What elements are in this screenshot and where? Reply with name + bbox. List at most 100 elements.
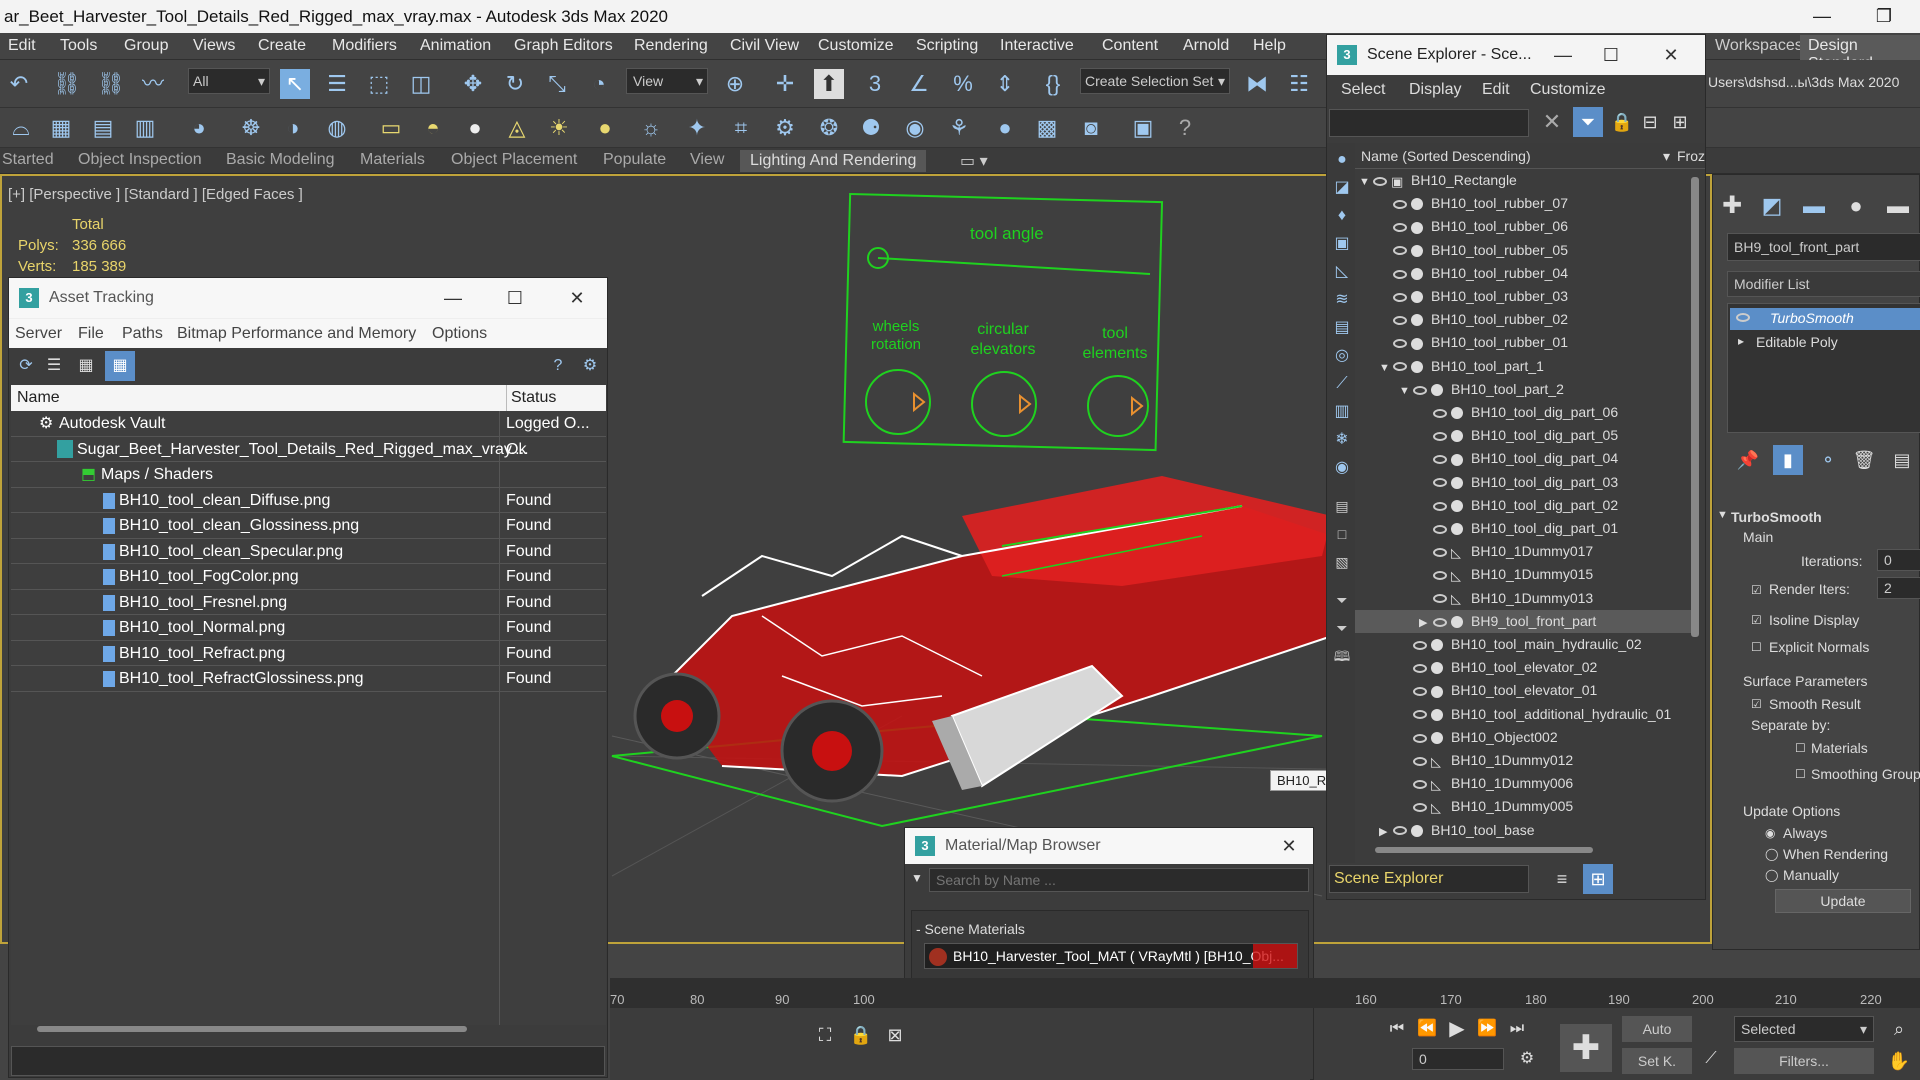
photometric-light-icon[interactable]: ☼: [636, 113, 666, 143]
isoline-checkbox[interactable]: ☑: [1751, 613, 1762, 627]
unlink-icon[interactable]: ⛓: [96, 69, 126, 99]
selection-filter-dropdown[interactable]: All ▾: [188, 68, 270, 94]
layer-icon[interactable]: ⊞: [1665, 107, 1695, 137]
key-set-dropdown[interactable]: Selected ▾: [1734, 1016, 1874, 1042]
visibility-eye-icon[interactable]: [1393, 246, 1407, 256]
select-manipulate-icon[interactable]: ✛: [770, 69, 800, 99]
isolate-icon[interactable]: ⊠: [880, 1020, 910, 1050]
zoom-extents-icon[interactable]: ⛶: [810, 1020, 840, 1050]
asset-row[interactable]: ⚙ Autodesk Vault Logged O...: [11, 411, 606, 437]
asset-row[interactable]: Sugar_Beet_Harvester_Tool_Details_Red_Ri…: [11, 437, 606, 462]
collapse-arrow-icon[interactable]: ▼: [1379, 357, 1393, 380]
visibility-eye-icon[interactable]: [1413, 640, 1427, 650]
remove-modifier-icon[interactable]: 🗑: [1849, 445, 1879, 475]
menu-views[interactable]: Views: [193, 37, 235, 55]
visibility-eye-icon[interactable]: [1413, 803, 1427, 813]
scene-tree-item[interactable]: BH10_tool_elevator_01: [1355, 679, 1691, 702]
tab-populate[interactable]: Populate: [603, 151, 666, 169]
menu-graph-editors[interactable]: Graph Editors: [514, 37, 613, 55]
material-editor-icon[interactable]: ☸: [236, 113, 266, 143]
explorer-selector-dropdown[interactable]: Scene Explorer: [1329, 865, 1529, 893]
spacewarp-filter-icon[interactable]: ≋: [1327, 285, 1357, 315]
time-config-icon[interactable]: ⚙: [1512, 1044, 1542, 1074]
scene-tree-item[interactable]: BH10_tool_rubber_03: [1355, 285, 1691, 308]
viewport-label[interactable]: [+] [Perspective ] [Standard ] [Edged Fa…: [8, 186, 303, 203]
iterations-spinner[interactable]: 0: [1877, 549, 1920, 571]
visibility-eye-icon[interactable]: [1433, 431, 1447, 441]
render-iters-checkbox[interactable]: ☑: [1751, 583, 1762, 597]
tab-materials[interactable]: Materials: [360, 151, 425, 169]
spinner-snap-icon[interactable]: ⇕: [990, 69, 1020, 99]
menu-modifiers[interactable]: Modifiers: [332, 37, 397, 55]
show-end-result-icon[interactable]: ▮: [1773, 445, 1803, 475]
active-shade-icon[interactable]: ◙: [1076, 113, 1106, 143]
visibility-eye-icon[interactable]: [1393, 362, 1407, 372]
angle-snap-icon[interactable]: ∠: [904, 69, 934, 99]
move-icon[interactable]: ✥: [458, 69, 488, 99]
group-filter-icon[interactable]: ▤: [1327, 313, 1357, 343]
scene-tree-item[interactable]: ▶ BH9_tool_front_part: [1355, 609, 1691, 635]
rollout-collapse-icon[interactable]: ▼: [1717, 509, 1728, 521]
table-view-icon[interactable]: ▦: [105, 351, 135, 381]
curve-editor-icon[interactable]: ▥: [130, 113, 160, 143]
select-by-name-icon[interactable]: ☰: [322, 69, 352, 99]
menu-rendering[interactable]: Rendering: [634, 37, 708, 55]
visibility-eye-icon[interactable]: [1373, 176, 1387, 186]
visibility-eye-icon[interactable]: [1433, 594, 1447, 604]
visibility-eye-icon[interactable]: [1413, 733, 1427, 743]
sphere-light-icon[interactable]: ●: [460, 113, 490, 143]
menu-group[interactable]: Group: [124, 37, 168, 55]
menu-options[interactable]: Options: [432, 325, 487, 343]
frozen-filter-icon[interactable]: ❄: [1327, 425, 1357, 455]
menu-customize[interactable]: Customize: [818, 37, 894, 55]
daylight-icon[interactable]: ⚙: [770, 113, 800, 143]
modifier-list-dropdown[interactable]: Modifier List: [1727, 271, 1920, 297]
column-name[interactable]: Name: [17, 385, 60, 411]
set-key-icon[interactable]: ✚: [1560, 1024, 1612, 1072]
asset-row[interactable]: BH10_tool_RefractGlossiness.png Found: [11, 666, 606, 692]
minimize-button[interactable]: —: [431, 278, 475, 318]
place-icon[interactable]: ◔: [584, 69, 614, 99]
next-frame-icon[interactable]: ⏩: [1472, 1014, 1502, 1044]
when-rendering-radio[interactable]: ◯: [1765, 847, 1778, 861]
asset-row[interactable]: ⬒ Maps / Shaders: [11, 462, 606, 488]
plane-light-icon[interactable]: ▭: [376, 113, 406, 143]
scene-materials-header[interactable]: - Scene Materials: [916, 921, 1025, 937]
asset-path-field[interactable]: [11, 1046, 605, 1076]
pin-stack-icon[interactable]: 📌: [1733, 445, 1763, 475]
lock-icon[interactable]: 🔒: [1607, 107, 1637, 137]
skylight-icon[interactable]: ●: [590, 113, 620, 143]
expand-arrow-icon[interactable]: ▶: [1419, 612, 1433, 635]
render-frame-icon[interactable]: ◍: [322, 113, 352, 143]
list-view-icon[interactable]: ☰: [39, 351, 69, 381]
update-button[interactable]: Update: [1775, 889, 1911, 913]
tab-basic-modeling[interactable]: Basic Modeling: [226, 151, 335, 169]
book-icon[interactable]: 🕮: [1327, 641, 1357, 671]
toggle-ribbon-icon[interactable]: ▤: [88, 113, 118, 143]
manually-radio[interactable]: ◯: [1765, 868, 1778, 882]
bind-space-warp-icon[interactable]: 〰: [138, 69, 168, 99]
keyboard-shortcut-override-icon[interactable]: ⬆: [814, 69, 844, 99]
collapse-arrow-icon[interactable]: ▼: [1399, 380, 1413, 403]
modify-tab-icon[interactable]: ◩: [1757, 191, 1787, 221]
scene-tree-item[interactable]: ▶ BH10_tool_base: [1355, 819, 1691, 842]
pivot-center-icon[interactable]: ⊕: [720, 69, 750, 99]
scene-explorer-toggle-icon[interactable]: ⌓: [6, 113, 36, 143]
menu-edit[interactable]: Edit: [1482, 81, 1510, 99]
light-filter-icon[interactable]: ♦: [1327, 201, 1357, 231]
scene-tree-item[interactable]: BH10_tool_rubber_01: [1355, 331, 1691, 354]
motion-tab-icon[interactable]: ●: [1841, 191, 1871, 221]
scene-tree-item[interactable]: ▼ BH10_tool_part_1: [1355, 355, 1691, 378]
viewport-render-icon[interactable]: ▣: [1128, 113, 1158, 143]
select-object-icon[interactable]: ↖: [280, 69, 310, 99]
reference-coord-dropdown[interactable]: View ▾: [626, 68, 708, 94]
render-to-texture-icon[interactable]: ▩: [1032, 113, 1062, 143]
scene-tree-item[interactable]: BH10_tool_rubber_07: [1355, 192, 1691, 215]
minimize-button[interactable]: —: [1541, 35, 1585, 75]
scene-tree-item[interactable]: BH10_tool_dig_part_06: [1355, 401, 1691, 424]
zoom-icon[interactable]: ⌕: [1884, 1014, 1914, 1044]
scene-tree-item[interactable]: ▼ ▣ BH10_Rectangle: [1355, 169, 1691, 192]
maximize-button[interactable]: ☐: [1589, 35, 1633, 75]
filters-button[interactable]: Filters...: [1734, 1048, 1874, 1074]
display-all-icon[interactable]: ▤: [1327, 491, 1357, 521]
